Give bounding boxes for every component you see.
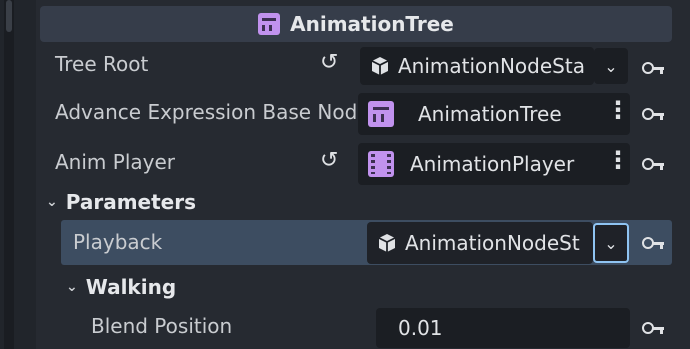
anim-player-value: AnimationPlayer — [410, 152, 575, 176]
advance-expression-value: AnimationTree — [418, 102, 562, 126]
property-label: Advance Expression Base Nod — [55, 100, 358, 124]
property-row-playback[interactable]: Playback AnimationNodeSt ⌄ — [61, 220, 672, 265]
parameters-title: Parameters — [65, 190, 197, 214]
anim-player-node-field[interactable]: AnimationPlayer — [358, 143, 630, 185]
advance-expression-node-field[interactable]: AnimationTree — [358, 93, 630, 135]
section-title: AnimationTree — [290, 12, 454, 36]
property-label: Tree Root — [55, 52, 149, 76]
keyframe-key-icon[interactable] — [642, 62, 664, 74]
blend-position-input[interactable]: 0.01 — [376, 308, 630, 348]
animation-tree-icon — [368, 101, 394, 127]
chevron-down-icon: ⌄ — [604, 233, 618, 253]
keyframe-key-icon[interactable] — [642, 322, 664, 334]
keyframe-key-icon[interactable] — [642, 108, 664, 120]
property-row-blend-position: Blend Position 0.01 — [40, 306, 690, 349]
revert-icon[interactable]: ↺ — [320, 148, 338, 173]
tree-root-dropdown-button[interactable]: ⌄ — [594, 48, 628, 84]
revert-icon[interactable]: ↺ — [320, 50, 338, 75]
scrollbar-thumb[interactable] — [6, 0, 12, 32]
playback-dropdown-button[interactable]: ⌄ — [593, 223, 629, 263]
animation-player-icon — [368, 151, 394, 177]
property-label: Anim Player — [55, 150, 175, 174]
chevron-down-icon: ⌄ — [46, 194, 58, 210]
section-header: AnimationTree — [40, 6, 672, 42]
property-row-advance-expression: Advance Expression Base Nod AnimationTre… — [40, 90, 690, 136]
more-options-icon[interactable]: ⋮ — [606, 98, 630, 122]
blend-position-value: 0.01 — [398, 316, 443, 340]
walking-title: Walking — [85, 275, 177, 299]
playback-resource-field[interactable]: AnimationNodeSt — [367, 222, 593, 264]
property-label: Blend Position — [91, 314, 233, 338]
tree-root-resource-field[interactable]: AnimationNodeSta — [360, 47, 594, 85]
parameters-group-header[interactable]: ⌄ Parameters — [46, 190, 196, 214]
property-row-tree-root: Tree Root ↺ AnimationNodeSta ⌄ — [40, 44, 690, 86]
keyframe-key-icon[interactable] — [642, 237, 664, 249]
playback-value: AnimationNodeSt — [405, 231, 580, 255]
chevron-down-icon: ⌄ — [604, 56, 618, 76]
cube-icon — [371, 57, 389, 75]
animation-tree-icon — [258, 13, 281, 35]
scrollbar-track[interactable] — [4, 0, 14, 349]
property-row-anim-player: Anim Player ↺ AnimationPlayer ⋮ — [40, 140, 690, 186]
property-label: Playback — [73, 230, 163, 254]
keyframe-key-icon[interactable] — [642, 158, 664, 170]
tree-root-value: AnimationNodeSta — [398, 54, 585, 78]
walking-group-header[interactable]: ⌄ Walking — [66, 275, 176, 299]
chevron-down-icon: ⌄ — [66, 279, 78, 295]
more-options-icon[interactable]: ⋮ — [606, 148, 630, 172]
cube-icon — [378, 234, 396, 252]
